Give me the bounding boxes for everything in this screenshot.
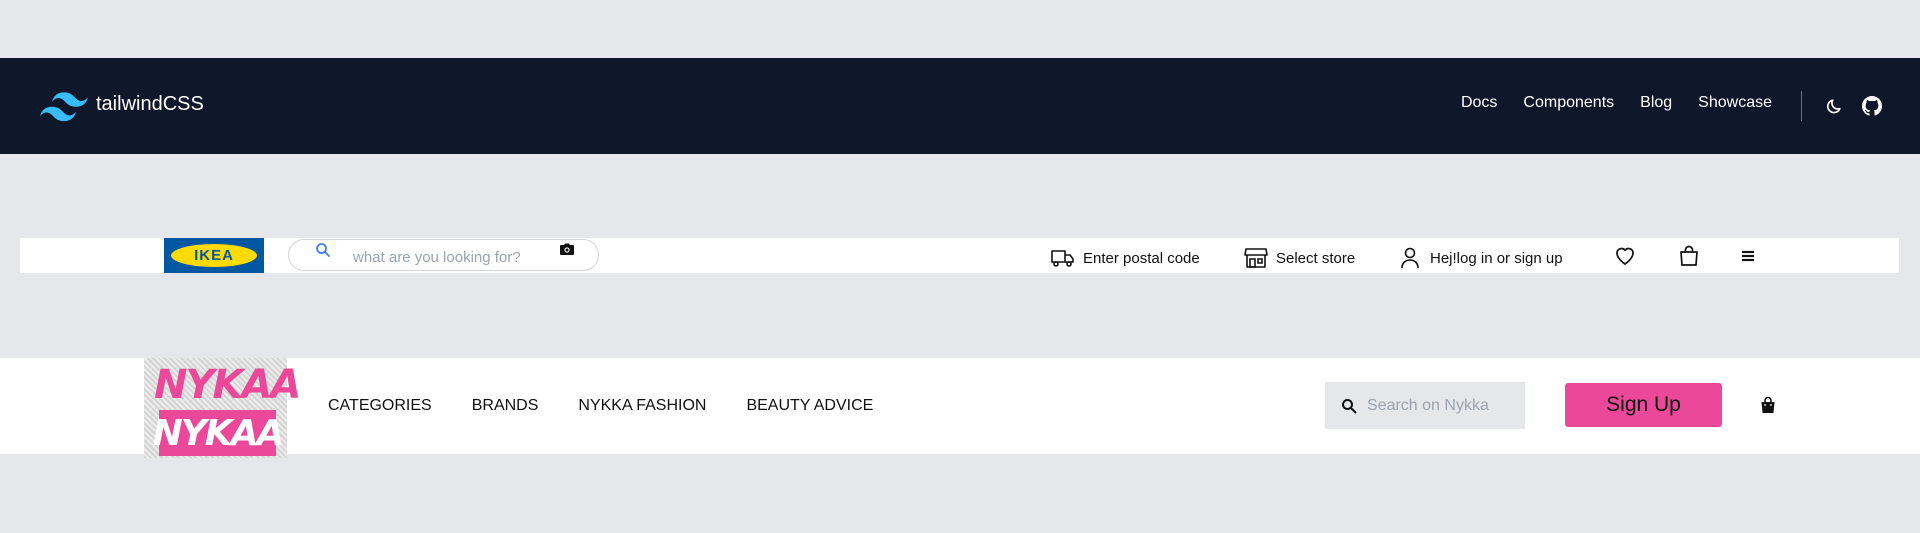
nav-link-showcase[interactable]: Showcase	[1698, 94, 1772, 112]
bag-icon[interactable]	[1677, 244, 1701, 268]
nav-link-blog[interactable]: Blog	[1640, 94, 1672, 112]
user-icon	[1401, 247, 1419, 269]
nav-link-categories[interactable]: CATEGORIES	[328, 397, 432, 415]
tailwind-logo-icon[interactable]	[40, 92, 88, 122]
account-button[interactable]: Hej!log in or sign up	[1398, 247, 1563, 269]
select-store-button[interactable]: Select store	[1244, 247, 1355, 269]
nav-link-nykka-fashion[interactable]: NYKKA FASHION	[578, 397, 706, 415]
brand-name[interactable]: tailwindCSS	[96, 93, 204, 116]
nykaa-logo-text: NYKAA	[154, 362, 301, 408]
ikea-header: IKEA Enter postal code Select store	[20, 238, 1899, 273]
nykaa-search-input[interactable]	[1365, 395, 1519, 417]
select-store-label: Select store	[1276, 249, 1356, 267]
camera-icon[interactable]	[559, 242, 575, 258]
moon-icon[interactable]	[1824, 96, 1844, 116]
shopping-bag-icon[interactable]	[1760, 396, 1776, 414]
tailwind-navbar: tailwindCSS Docs Components Blog Showcas…	[0, 58, 1920, 154]
menu-icon[interactable]	[1736, 244, 1760, 268]
search-icon[interactable]	[315, 242, 331, 258]
ikea-search-bar	[288, 239, 599, 271]
ikea-logo[interactable]: IKEA	[164, 238, 264, 273]
nav-link-docs[interactable]: Docs	[1461, 94, 1497, 112]
nav-link-components[interactable]: Components	[1523, 94, 1614, 112]
nykaa-logo-badge: NYKAA	[153, 410, 284, 456]
nykaa-logo[interactable]: NYKAA NYKAA	[144, 358, 301, 458]
ikea-search-input[interactable]	[351, 246, 545, 268]
nav-links: Docs Components Blog Showcase	[1461, 94, 1772, 112]
github-icon[interactable]	[1862, 96, 1882, 116]
nav-divider	[1801, 91, 1802, 121]
truck-icon	[1051, 250, 1074, 267]
nav-link-brands[interactable]: BRANDS	[472, 397, 539, 415]
search-icon[interactable]	[1341, 398, 1357, 414]
nav-link-beauty-advice[interactable]: BEAUTY ADVICE	[746, 397, 873, 415]
store-icon	[1244, 248, 1268, 268]
nykaa-header: NYKAA NYKAA CATEGORIES BRANDS NYKKA FASH…	[0, 358, 1920, 458]
postal-code-button[interactable]: Enter postal code	[1051, 247, 1200, 269]
sign-up-button[interactable]: Sign Up	[1565, 383, 1722, 427]
postal-code-label: Enter postal code	[1083, 249, 1200, 267]
account-label: Hej!log in or sign up	[1430, 249, 1563, 267]
heart-icon[interactable]	[1613, 244, 1637, 268]
nykaa-search-bar	[1325, 382, 1525, 429]
nykaa-nav: CATEGORIES BRANDS NYKKA FASHION BEAUTY A…	[328, 397, 873, 415]
ikea-logo-oval: IKEA	[171, 244, 257, 267]
